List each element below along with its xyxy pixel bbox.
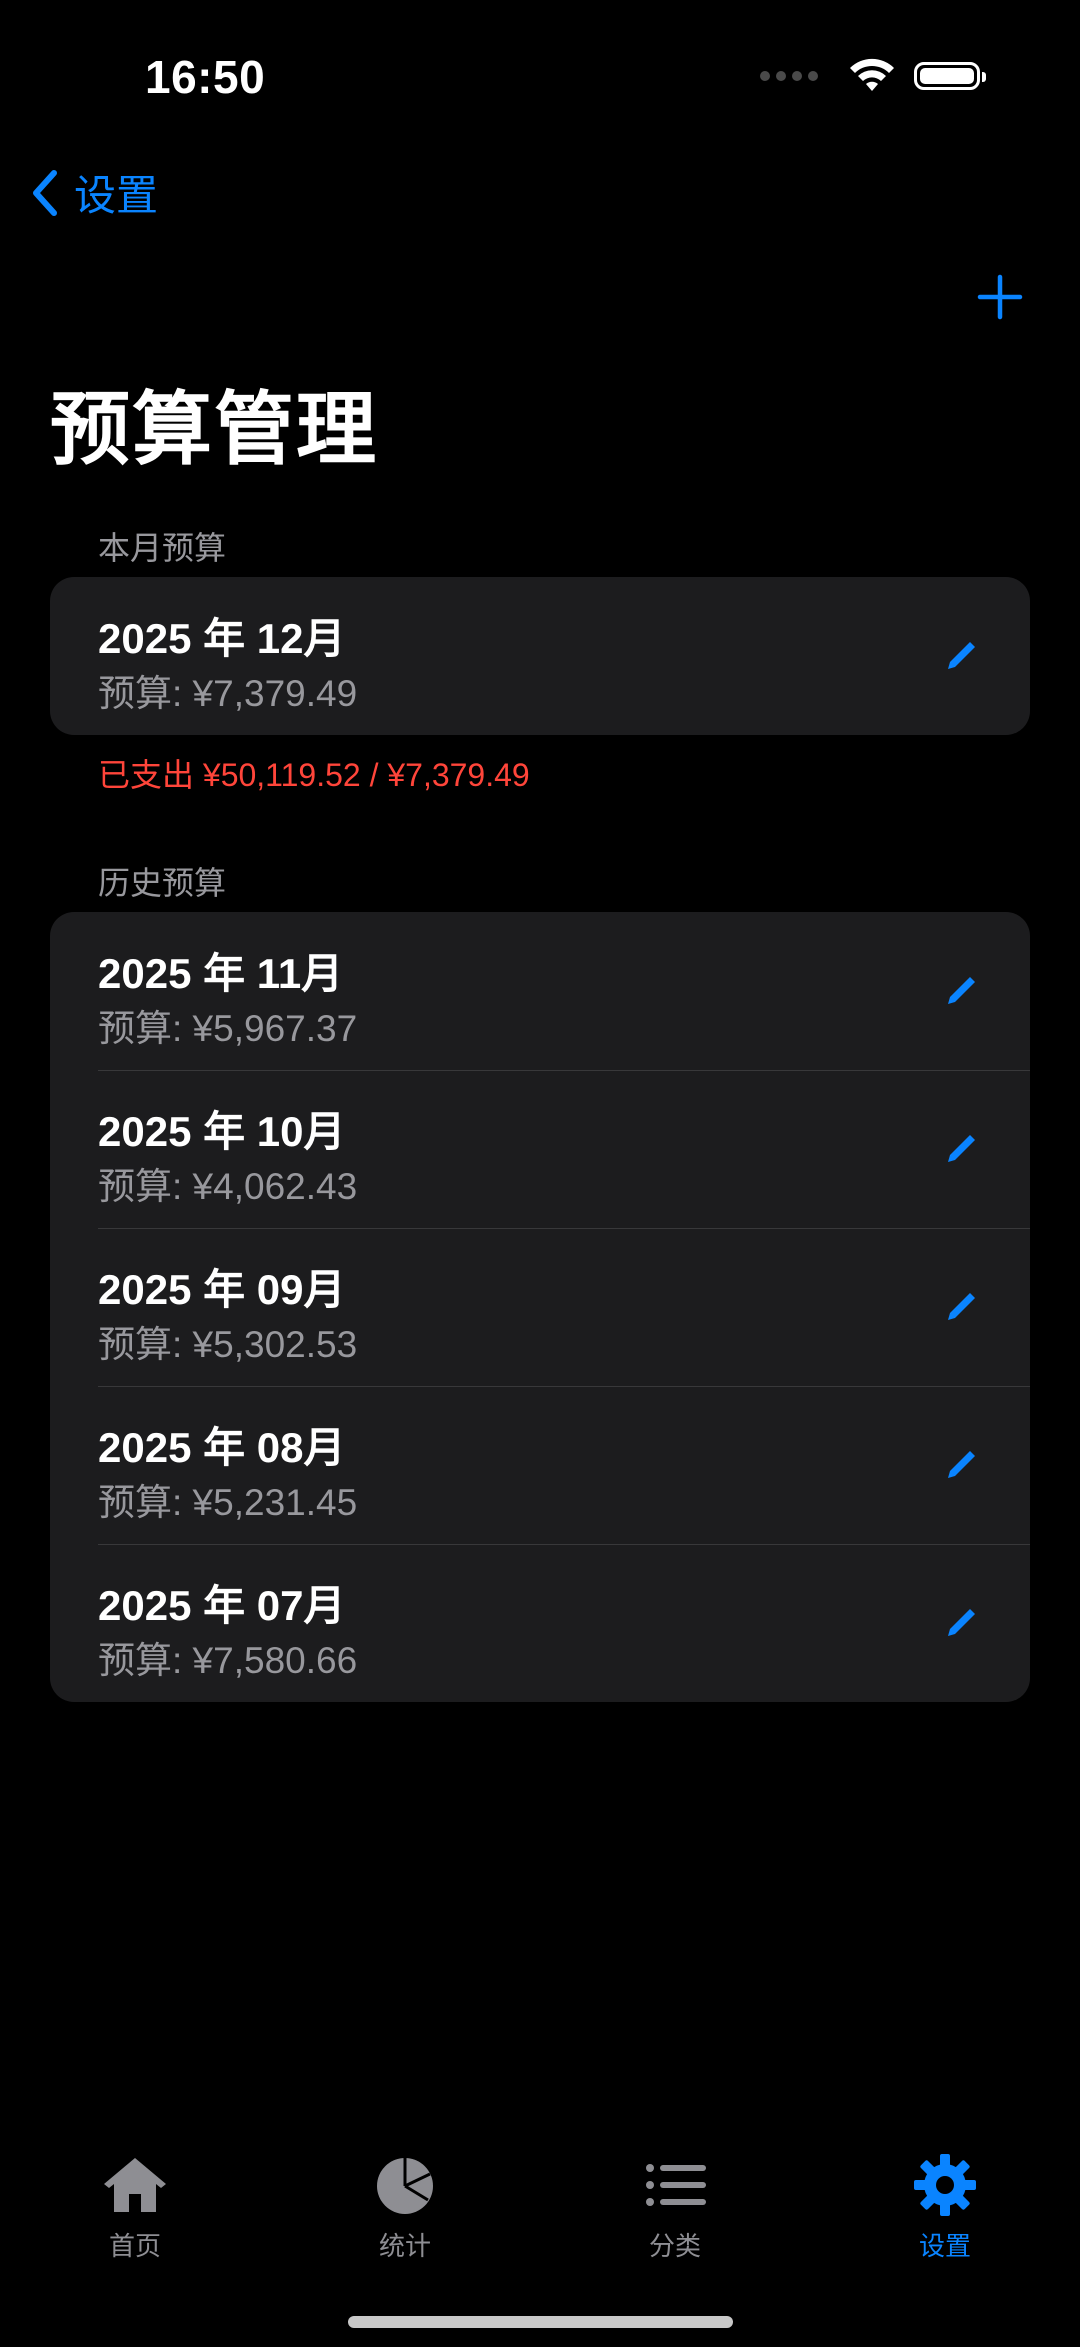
budget-amount: 预算: ¥5,967.37 xyxy=(98,1008,358,1049)
tab-label: 分类 xyxy=(648,2231,701,2261)
budget-amount: 预算: ¥4,062.43 xyxy=(98,1166,358,1207)
current-budget-card: 2025 年 12月 预算: ¥7,379.49 xyxy=(50,577,1030,735)
budget-month: 2025 年 10月 xyxy=(98,1108,346,1155)
budget-month: 2025 年 07月 xyxy=(98,1582,346,1629)
history-budget-card: 2025 年 11月 预算: ¥5,967.37 2025 年 10月 预算: … xyxy=(50,912,1030,1702)
pencil-icon[interactable] xyxy=(940,1286,982,1328)
current-budget-header: 本月预算 xyxy=(98,530,227,566)
history-row[interactable]: 2025 年 09月 预算: ¥5,302.53 xyxy=(50,1228,1030,1386)
budget-amount: 预算: ¥5,231.45 xyxy=(98,1482,358,1523)
tab-label: 设置 xyxy=(918,2231,971,2261)
chevron-left-icon xyxy=(33,169,57,216)
pencil-icon[interactable] xyxy=(940,1128,982,1170)
history-budget-header: 历史预算 xyxy=(98,865,227,901)
status-time: 16:50 xyxy=(145,51,266,103)
budget-amount: 预算: ¥7,580.66 xyxy=(98,1640,358,1681)
tab-label: 首页 xyxy=(108,2231,161,2261)
history-row[interactable]: 2025 年 10月 预算: ¥4,062.43 xyxy=(50,1070,1030,1228)
page-title: 预算管理 xyxy=(50,385,378,474)
pencil-icon[interactable] xyxy=(940,1602,982,1644)
current-budget-row[interactable]: 2025 年 12月 预算: ¥7,379.49 xyxy=(50,577,1030,735)
back-button[interactable]: 设置 xyxy=(30,162,158,223)
tab-home[interactable]: 首页 xyxy=(0,2150,270,2263)
battery-icon xyxy=(914,62,986,90)
budget-month: 2025 年 09月 xyxy=(98,1266,346,1313)
cellular-signal-icon xyxy=(760,71,818,81)
budget-month: 2025 年 08月 xyxy=(98,1424,346,1471)
pie-chart-icon xyxy=(377,2158,433,2214)
budget-amount: 预算: ¥7,379.49 xyxy=(98,673,358,714)
back-label: 设置 xyxy=(74,172,159,219)
home-indicator[interactable] xyxy=(348,2316,733,2328)
pencil-icon[interactable] xyxy=(940,1444,982,1486)
gear-icon xyxy=(914,2154,976,2216)
tab-categories[interactable]: 分类 xyxy=(540,2150,810,2263)
house-icon xyxy=(104,2158,166,2212)
tab-bar: 首页 统计 分类 设置 xyxy=(0,2150,1080,2263)
spent-summary: 已支出 ¥50,119.52 / ¥7,379.49 xyxy=(98,757,530,793)
pencil-icon[interactable] xyxy=(940,635,982,677)
budget-management-screen: 16:50 设置 预算管理 本月预算 2025 年 12月 预算: ¥7,379… xyxy=(0,0,1080,2347)
tab-stats[interactable]: 统计 xyxy=(270,2150,540,2263)
status-indicators xyxy=(760,58,986,94)
budget-month: 2025 年 11月 xyxy=(98,950,344,997)
tab-label: 统计 xyxy=(378,2231,431,2261)
add-budget-button[interactable] xyxy=(976,273,1024,321)
wifi-icon xyxy=(850,58,894,91)
budget-amount: 预算: ¥5,302.53 xyxy=(98,1324,358,1365)
history-row[interactable]: 2025 年 07月 预算: ¥7,580.66 xyxy=(50,1544,1030,1702)
history-row[interactable]: 2025 年 11月 预算: ¥5,967.37 xyxy=(50,912,1030,1070)
tab-settings[interactable]: 设置 xyxy=(810,2150,1080,2263)
list-icon xyxy=(646,2164,706,2206)
budget-month: 2025 年 12月 xyxy=(98,615,346,662)
history-row[interactable]: 2025 年 08月 预算: ¥5,231.45 xyxy=(50,1386,1030,1544)
pencil-icon[interactable] xyxy=(940,970,982,1012)
